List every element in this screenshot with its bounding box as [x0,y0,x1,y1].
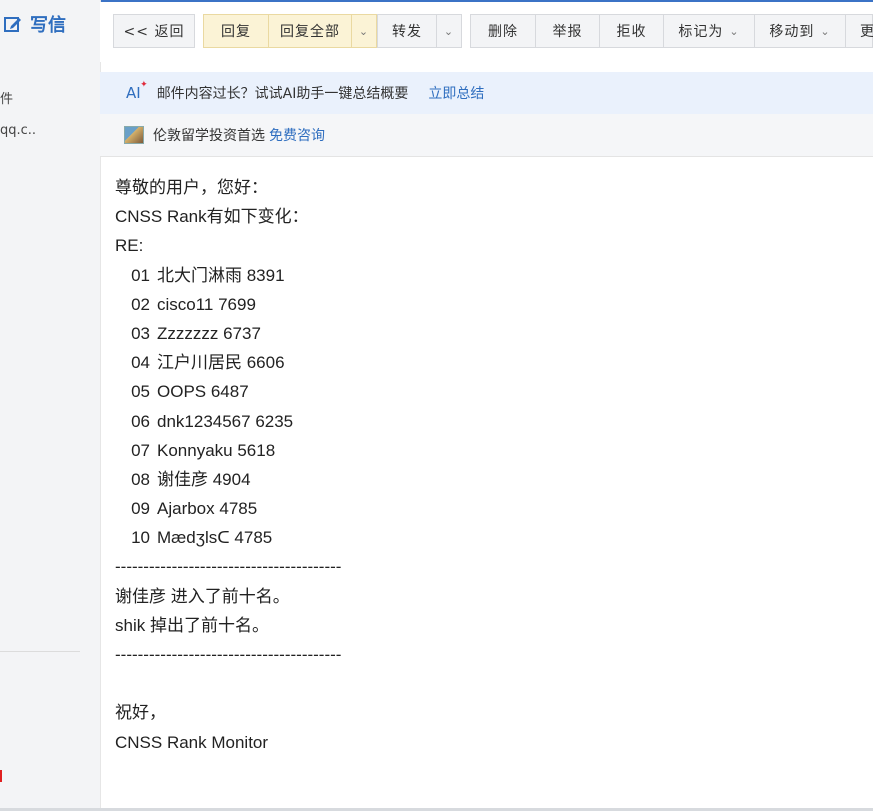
reply-dropdown-button[interactable]: ⌄ [351,14,377,48]
rank-entry: Mædʒlsᑕ 4785 [157,528,273,548]
more-button[interactable]: 更 [845,14,873,48]
rank-entry: 江户川居民 6606 [157,353,285,373]
more-label: 更 [860,24,873,40]
separator-line: ---------------------------------------- [115,645,342,664]
chevron-down-icon: ⌄ [729,24,740,38]
chevron-down-icon: ⌄ [358,24,370,38]
forward-dropdown-button[interactable]: ⌄ [436,14,462,48]
ai-logo-text: AI [126,84,141,102]
delete-label: 删除 [488,24,518,40]
rank-number: 09 [131,499,150,519]
move-to-button[interactable]: 移动到 ⌄ [754,14,846,48]
ranking-row: 04 江户川居民 6606 [115,348,855,377]
rank-entry: Zzzzzzz 6737 [157,323,261,343]
rank-number: 04 [131,353,150,373]
summarize-now-link[interactable]: 立即总结 [428,83,484,103]
left-sidebar: 写信 件 qq.c.. [0,0,101,811]
rank-number: 08 [131,469,150,489]
compose-button[interactable]: 写信 [4,10,66,38]
forward-label: 转发 [392,24,422,40]
reply-all-button[interactable]: 回复全部 [268,14,352,48]
forward-button[interactable]: 转发 [377,14,437,48]
back-label: << 返回 [123,24,185,40]
chevron-down-icon: ⌄ [443,24,455,38]
ai-summary-banner: AI ✦ 邮件内容过长？试试AI助手一键总结概要 立即总结 [100,72,873,114]
ranking-row: 06 dnk1234567 6235 [115,407,855,436]
closing-line: 祝好， [115,703,166,723]
sidebar-account-fragment[interactable]: qq.c.. [0,123,36,138]
ranking-row: 03 Zzzzzzz 6737 [115,319,855,348]
reply-all-label: 回复全部 [280,24,340,40]
back-button[interactable]: << 返回 [113,14,195,48]
rank-entry: cisco11 7699 [157,294,256,314]
ai-banner-text: 邮件内容过长？试试AI助手一键总结概要 [156,86,409,102]
email-body: 尊敬的用户，您好： CNSS Rank有如下变化： RE: 01 北大门淋雨 8… [115,173,855,757]
sidebar-item-fragment[interactable]: 件 [0,88,13,107]
free-consult-link[interactable]: 免费咨询 [269,125,325,145]
delete-button[interactable]: 删除 [470,14,536,48]
ad-text[interactable]: 伦敦留学投资首选 [153,125,265,145]
mark-as-label: 标记为 [678,24,724,40]
reply-label: 回复 [221,24,251,40]
change-entered-line: 谢佳彦 进入了前十名。 [115,586,290,606]
reply-button[interactable]: 回复 [203,14,269,48]
rank-entry: OOPS 6487 [157,382,249,402]
ai-assistant-icon: AI ✦ [126,80,148,102]
reject-button[interactable]: 拒收 [599,14,664,48]
ranking-row: 07 Konnyaku 5618 [115,436,855,465]
ranking-row: 08 谢佳彦 4904 [115,465,855,494]
ad-thumbnail-icon [124,126,144,144]
compose-icon [4,17,21,32]
ranking-row: 10 Mædʒlsᑕ 4785 [115,523,855,552]
rank-number: 06 [131,411,150,431]
rank-number: 05 [131,382,150,402]
compose-label: 写信 [30,15,66,36]
rank-entry: dnk1234567 6235 [157,411,294,431]
rank-number: 10 [131,528,150,548]
re-line: RE: [115,236,144,256]
greeting-line: 尊敬的用户，您好： [115,178,268,197]
ranking-row: 09 Ajarbox 4785 [115,494,855,523]
rank-entry: 北大门淋雨 8391 [157,265,285,285]
change-dropped-line: shik 掉出了前十名。 [115,615,269,635]
rank-entry: Konnyaku 5618 [157,440,276,460]
mark-as-button[interactable]: 标记为 ⌄ [663,14,755,48]
rank-number: 02 [131,294,150,314]
rank-entry: Ajarbox 4785 [157,499,258,519]
move-to-label: 移动到 [769,24,815,40]
sparkle-icon: ✦ [140,80,148,90]
report-label: 举报 [552,24,583,40]
rank-number: 01 [131,265,150,285]
rank-entry: 谢佳彦 4904 [157,469,251,489]
sidebar-red-marker [0,770,2,782]
rank-number: 07 [131,440,150,460]
separator-line: ---------------------------------------- [115,557,342,577]
rank-number: 03 [131,323,150,343]
mail-toolbar: << 返回 回复 回复全部 ⌄ 转发 ⌄ 删除 举报 拒收 标记为 ⌄ 移动到 … [100,2,873,62]
reject-label: 拒收 [616,24,647,40]
intro-line: CNSS Rank有如下变化： [115,207,309,227]
ranking-row: 01 北大门淋雨 8391 [115,261,855,290]
ranking-row: 02 cisco11 7699 [115,290,855,319]
chevron-down-icon: ⌄ [820,24,831,38]
report-button[interactable]: 举报 [535,14,600,48]
ranking-row: 05 OOPS 6487 [115,377,855,406]
sidebar-divider [0,651,80,652]
ad-bar: 伦敦留学投资首选 免费咨询 [100,114,873,157]
signature-line: CNSS Rank Monitor [115,732,269,752]
